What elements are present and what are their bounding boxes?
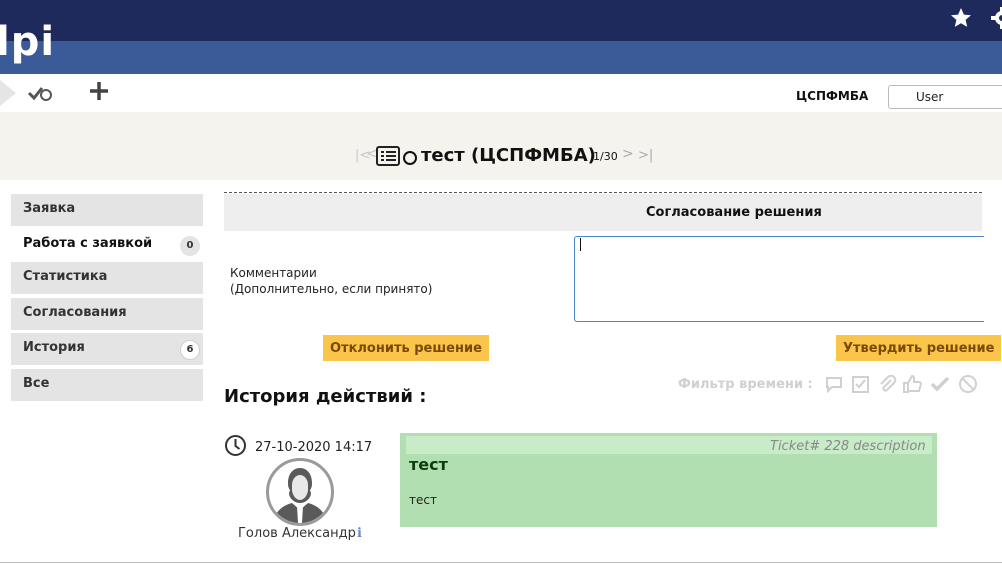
page-title: тест (ЦСПФМБА) (421, 145, 596, 166)
ban-icon[interactable] (958, 374, 978, 394)
next-item-button[interactable]: > (622, 146, 634, 162)
text-caret (580, 238, 581, 251)
check-icon[interactable] (27, 82, 53, 104)
check-filter-icon[interactable] (930, 374, 950, 394)
reject-solution-button[interactable]: Отклонить решение (323, 335, 489, 361)
time-filter-label: Фильтр времени : (678, 377, 813, 392)
comment-label-hint: (Дополнительно, если принято) (230, 282, 433, 296)
task-icon[interactable] (851, 374, 871, 394)
entry-date: 27-10-2020 14:17 (255, 440, 373, 455)
arrow-icon[interactable] (0, 80, 16, 106)
clock-icon (224, 434, 247, 457)
author-name[interactable]: Голов Александр (238, 526, 356, 541)
toolbar: ЦСПФМБА (0, 74, 1002, 112)
approve-solution-button[interactable]: Утвердить решение (836, 335, 1002, 361)
thumbs-up-icon[interactable] (902, 374, 923, 394)
tab-label: Все (23, 376, 50, 391)
history-title: История действий : (224, 386, 427, 407)
attachment-icon[interactable] (877, 374, 897, 394)
tab-label: Заявка (23, 201, 76, 216)
entity-label[interactable]: ЦСПФМБА (796, 89, 868, 103)
info-icon[interactable]: ℹ (357, 526, 362, 541)
count-badge: 6 (180, 340, 200, 360)
count-badge: 0 (180, 236, 200, 256)
star-icon[interactable] (949, 6, 973, 30)
tab-history[interactable]: История 6 (11, 333, 203, 365)
tab-request[interactable]: Заявка (11, 194, 203, 226)
comment-textarea[interactable] (574, 236, 984, 322)
comment-label-line: Комментарии (230, 266, 317, 280)
tab-label: История (23, 340, 85, 355)
bottom-divider (0, 562, 1002, 563)
header-main-band (0, 41, 1002, 74)
avatar[interactable] (266, 458, 334, 526)
tab-label: Статистика (23, 269, 108, 284)
profile-select[interactable]: User (888, 85, 1002, 109)
last-item-button[interactable]: >| (638, 148, 653, 163)
header-top-band (0, 0, 1002, 41)
comment-icon[interactable] (824, 374, 844, 394)
section-title: Согласование решения (646, 205, 822, 220)
gear-icon[interactable] (990, 6, 1002, 30)
app-logo[interactable]: lpi (0, 20, 55, 64)
entry-body: тест (409, 493, 437, 507)
entry-title: тест (409, 455, 448, 474)
status-circle-icon (403, 151, 417, 165)
comment-label: Комментарии (Дополнительно, если принято… (230, 265, 432, 297)
section-divider (224, 192, 982, 193)
list-icon[interactable] (376, 146, 400, 166)
tab-label: Работа с заявкой (23, 236, 153, 251)
tab-statistics[interactable]: Статистика (11, 262, 203, 294)
tab-work-with-request[interactable]: Работа с заявкой 0 (11, 229, 203, 261)
tab-approvals[interactable]: Согласования (11, 298, 203, 330)
tab-all[interactable]: Все (11, 369, 203, 401)
tab-label: Согласования (23, 305, 127, 320)
item-counter: 1/30 (593, 150, 618, 163)
plus-icon[interactable] (88, 80, 110, 102)
section-header (224, 194, 982, 231)
entry-meta: Ticket# 228 description (770, 439, 926, 454)
